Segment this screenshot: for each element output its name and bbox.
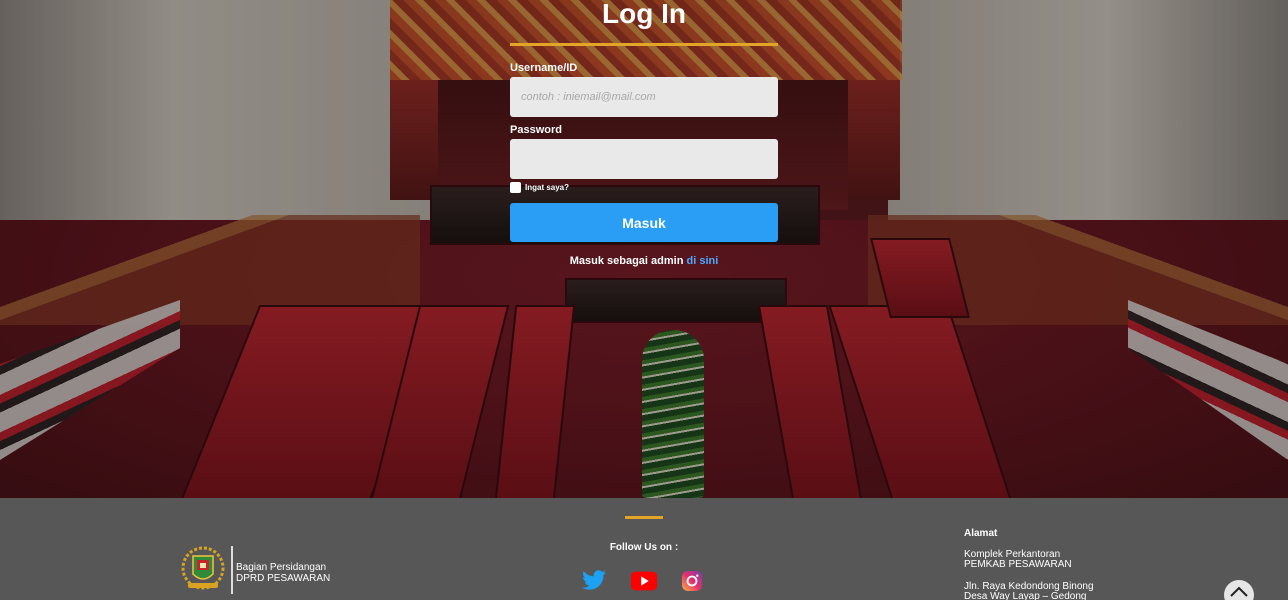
dprd-logo-icon — [180, 546, 226, 592]
remember-checkbox[interactable] — [510, 182, 521, 193]
hero-background-photo — [0, 0, 1288, 498]
admin-login-link[interactable]: di sini — [687, 255, 719, 267]
org-name-line1: Bagian Persidangan — [236, 562, 327, 573]
footer-accent-rule — [625, 516, 663, 519]
address-line4: Desa Way Layap – Gedong — [964, 591, 1087, 600]
login-button[interactable]: Masuk — [510, 203, 778, 242]
admin-login-line: Masuk sebagai admin di sini — [510, 255, 778, 267]
title-underline — [510, 43, 778, 46]
chevron-up-icon — [1230, 586, 1248, 597]
admin-login-text: Masuk sebagai admin — [569, 255, 684, 267]
instagram-icon[interactable] — [678, 568, 706, 594]
org-name-line2: DPRD PESAWARAN — [236, 573, 331, 584]
username-input[interactable] — [510, 77, 778, 117]
password-label: Password — [510, 124, 562, 136]
remember-label: Ingat saya? — [525, 183, 570, 192]
remember-me[interactable]: Ingat saya? — [510, 182, 569, 193]
org-name: Bagian Persidangan DPRD PESAWARAN — [236, 562, 330, 584]
scroll-to-top-button[interactable] — [1224, 580, 1254, 600]
youtube-icon[interactable] — [630, 568, 658, 594]
twitter-icon[interactable] — [580, 568, 608, 594]
username-label: Username/ID — [510, 62, 578, 74]
follow-us-label: Follow Us on : — [609, 542, 679, 553]
password-input[interactable] — [510, 139, 778, 179]
login-title: Log In — [602, 0, 686, 29]
address-line2: PEMKAB PESAWARAN — [964, 559, 1072, 570]
logo-divider — [231, 546, 233, 594]
footer: Bagian Persidangan DPRD PESAWARAN Follow… — [0, 498, 1288, 600]
photo-overlay — [0, 0, 1288, 498]
address-title: Alamat — [964, 528, 998, 539]
